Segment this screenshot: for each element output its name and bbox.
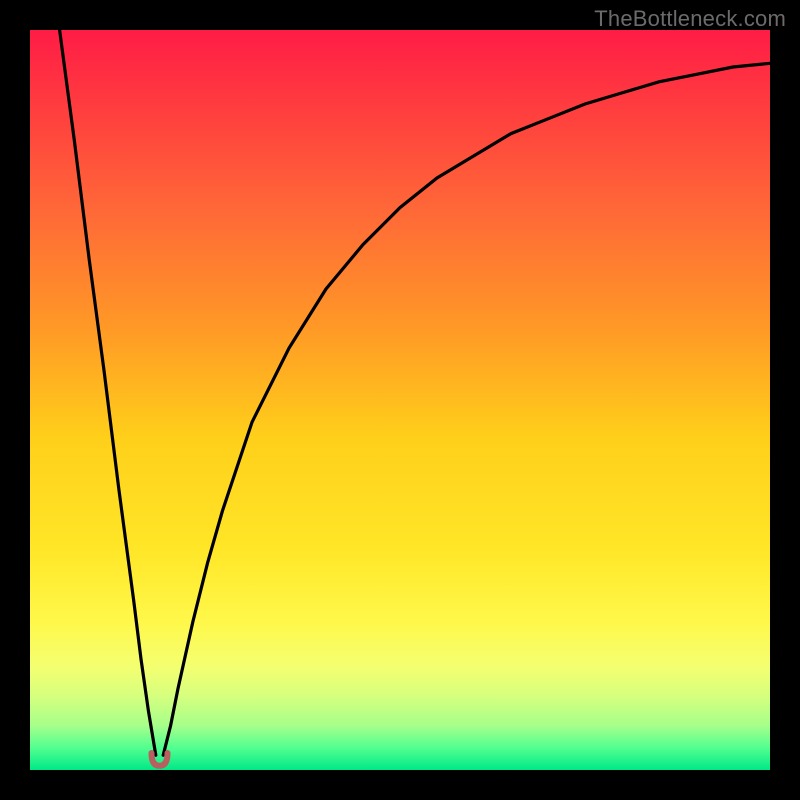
plot-area	[30, 30, 770, 770]
left-branch-curve	[60, 30, 156, 755]
chart-frame: TheBottleneck.com	[0, 0, 800, 800]
bottleneck-marker	[152, 753, 168, 766]
watermark-text: TheBottleneck.com	[594, 6, 786, 32]
right-branch-curve	[163, 63, 770, 755]
curves-layer	[30, 30, 770, 770]
